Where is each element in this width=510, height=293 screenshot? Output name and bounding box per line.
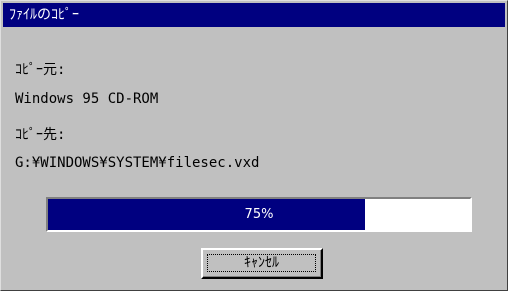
copy-progress-bar: 75% (46, 197, 472, 232)
copy-from-value: Windows 95 CD-ROM (15, 91, 159, 107)
copy-from-label: ｺﾋﾟｰ元: (15, 62, 66, 78)
copy-to-label: ｺﾋﾟｰ先: (15, 127, 66, 143)
copy-to-value: G:¥WINDOWS¥SYSTEM¥filesec.vxd (15, 155, 260, 171)
cancel-button-label: ｷｬﾝｾﾙ (207, 254, 316, 272)
progress-percent-text: 75% (244, 207, 274, 222)
window-title: ﾌｧｲﾙのｺﾋﾟｰ (9, 7, 79, 23)
cancel-button[interactable]: ｷｬﾝｾﾙ (201, 248, 323, 279)
title-bar[interactable]: ﾌｧｲﾙのｺﾋﾟｰ (3, 3, 505, 27)
copy-dialog-window: ﾌｧｲﾙのｺﾋﾟｰ ｺﾋﾟｰ元: Windows 95 CD-ROM ｺﾋﾟｰ先… (0, 0, 508, 291)
